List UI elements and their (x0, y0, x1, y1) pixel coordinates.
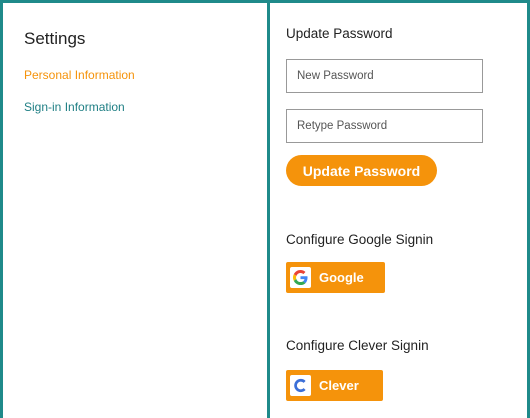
google-button-label: Google (319, 270, 364, 285)
clever-signin-button[interactable]: Clever (286, 370, 383, 401)
sidebar-item-sign-in-information[interactable]: Sign-in Information (24, 100, 125, 114)
google-signin-button[interactable]: Google (286, 262, 385, 293)
google-g-icon (290, 267, 311, 288)
clever-signin-heading: Configure Clever Signin (286, 338, 429, 353)
clever-c-icon (290, 375, 311, 396)
google-signin-heading: Configure Google Signin (286, 232, 434, 247)
retype-password-input[interactable] (286, 109, 483, 143)
settings-window: Settings Personal Information Sign-in In… (0, 0, 530, 418)
sidebar-title: Settings (24, 29, 86, 48)
clever-button-label: Clever (319, 378, 359, 393)
new-password-input[interactable] (286, 59, 483, 93)
sidebar-item-personal-information[interactable]: Personal Information (24, 68, 135, 82)
settings-sidebar: Settings Personal Information Sign-in In… (3, 3, 267, 418)
sign-in-settings-panel: Update Password Update Password Configur… (270, 3, 527, 418)
update-password-heading: Update Password (286, 26, 393, 41)
update-password-button[interactable]: Update Password (286, 155, 437, 186)
